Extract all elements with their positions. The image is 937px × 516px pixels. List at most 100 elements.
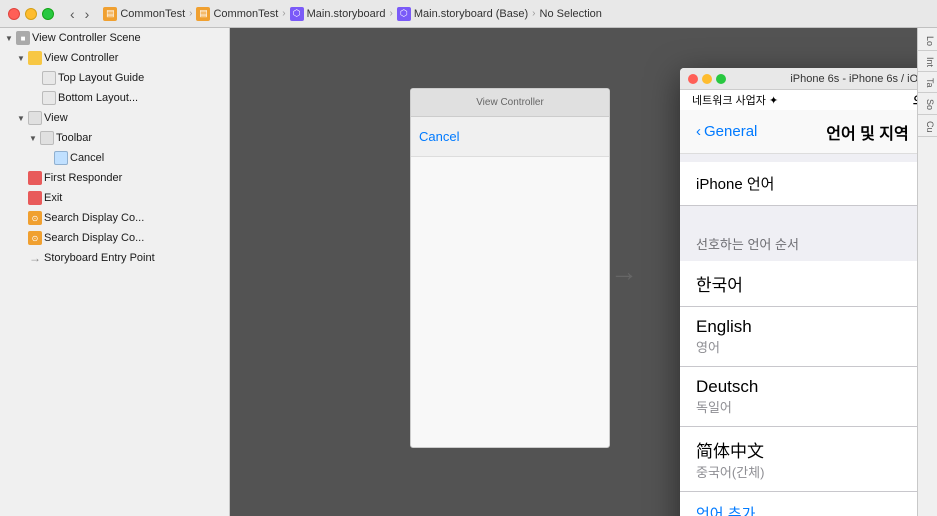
- nav-item-view[interactable]: ▼ View: [0, 108, 229, 128]
- responder-icon: [28, 171, 42, 185]
- ios-lang-row-english[interactable]: English 영어: [680, 307, 917, 367]
- bc-label-1: CommonTest: [120, 8, 185, 20]
- ios-mid-spacer: [680, 206, 917, 214]
- cancel-toolbar-button[interactable]: Cancel: [419, 129, 459, 144]
- title-bar: ‹ › ▤ CommonTest › ▤ CommonTest › ⬡ Main…: [0, 0, 937, 28]
- search-icon-2: ⊙: [28, 231, 42, 245]
- folder-icon: ▤: [103, 7, 117, 21]
- back-chevron-icon: ‹: [696, 123, 701, 140]
- exit-icon: [28, 191, 42, 205]
- ios-add-language-row[interactable]: 언어 추가...: [680, 492, 917, 516]
- nav-item-first-responder[interactable]: ▶ First Responder: [0, 168, 229, 188]
- ios-section-header: 선호하는 언어 순서: [680, 214, 917, 261]
- inspector-int: Int: [918, 53, 937, 72]
- ios-lang-deutsch-main: Deutsch: [696, 377, 917, 397]
- ios-top-spacer: [680, 154, 917, 162]
- layout-icon: [42, 71, 56, 85]
- simulator-title-label: iPhone 6s - iPhone 6s / iOS 9.2 (13C75): [730, 73, 917, 85]
- bc-common-test-folder[interactable]: ▤ CommonTest: [103, 7, 185, 21]
- entry-icon: →: [28, 251, 42, 265]
- nav-icons: ‹ ›: [66, 5, 93, 23]
- expand-triangle-vc: ▼: [16, 53, 26, 63]
- ios-lang-english-sub: 영어: [696, 337, 917, 356]
- inspector-lo: Lo: [918, 32, 937, 51]
- ios-status-bar: 네트워크 사업자 ✦ 오전 10:36: [680, 90, 917, 110]
- scene-icon: ■: [16, 31, 30, 45]
- ios-carrier: 네트워크 사업자 ✦: [692, 92, 857, 108]
- ios-lang-chinese-main: 简体中文: [696, 437, 917, 462]
- toolbar-icon: [40, 131, 54, 145]
- nav-label-search-1: Search Display Co...: [44, 212, 229, 224]
- storyboard-icon: ⬡: [290, 7, 304, 21]
- inspector-ta: Ta: [918, 74, 937, 93]
- ios-iphone-language-row[interactable]: iPhone 언어 한국어 ›: [680, 162, 917, 206]
- ios-lang-english-main: English: [696, 317, 917, 337]
- storyboard-base-icon: ⬡: [397, 7, 411, 21]
- ios-lang-row-korean[interactable]: 한국어: [680, 261, 917, 307]
- simulator-title-bar: iPhone 6s - iPhone 6s / iOS 9.2 (13C75): [680, 68, 917, 90]
- nav-item-view-controller[interactable]: ▼ View Controller: [0, 48, 229, 68]
- ios-time: 오전 10:36: [857, 92, 918, 108]
- minimize-button[interactable]: [25, 8, 37, 20]
- inspector-cu: Cu: [918, 117, 937, 138]
- nav-label-top-layout: Top Layout Guide: [58, 72, 229, 84]
- nav-label-view: View: [44, 112, 229, 124]
- close-button[interactable]: [8, 8, 20, 20]
- back-label: General: [704, 123, 757, 140]
- bc-common-test-project[interactable]: ▤ CommonTest: [196, 7, 278, 21]
- inspector-panel: Lo Int Ta So Cu: [917, 28, 937, 516]
- view-icon: [28, 111, 42, 125]
- bc-sep-1: ›: [189, 8, 192, 19]
- ios-lang-deutsch-sub: 독일어: [696, 397, 917, 416]
- bc-label-3: Main.storyboard: [307, 8, 386, 20]
- bc-label-2: CommonTest: [213, 8, 278, 20]
- ios-lang-korean-main: 한국어: [696, 271, 917, 296]
- layout-icon-2: [42, 91, 56, 105]
- nav-label-vc: View Controller: [44, 52, 229, 64]
- search-icon-1: ⊙: [28, 211, 42, 225]
- ios-iphone-language-label: iPhone 언어: [696, 173, 917, 194]
- nav-item-exit[interactable]: ▶ Exit: [0, 188, 229, 208]
- navigator-panel: ▼ ■ View Controller Scene ▼ View Control…: [0, 28, 230, 516]
- nav-label-scene: View Controller Scene: [32, 32, 229, 44]
- ios-lang-row-chinese[interactable]: 简体中文 중국어(간체): [680, 427, 917, 492]
- expand-triangle-toolbar: ▼: [28, 133, 38, 143]
- vc-icon: [28, 51, 42, 65]
- nav-label-exit: Exit: [44, 192, 229, 204]
- nav-forward-button[interactable]: ›: [81, 5, 94, 23]
- nav-item-search-1[interactable]: ▶ ⊙ Search Display Co...: [0, 208, 229, 228]
- expand-triangle-view: ▼: [16, 113, 26, 123]
- bc-main-storyboard-base[interactable]: ⬡ Main.storyboard (Base): [397, 7, 528, 21]
- bc-sep-2: ›: [282, 8, 285, 19]
- inspector-so: So: [918, 95, 937, 115]
- ios-lang-row-deutsch[interactable]: Deutsch 독일어: [680, 367, 917, 427]
- nav-label-responder: First Responder: [44, 172, 229, 184]
- nav-item-entry-point[interactable]: ▶ → Storyboard Entry Point: [0, 248, 229, 268]
- nav-item-view-controller-scene[interactable]: ▼ ■ View Controller Scene: [0, 28, 229, 48]
- breadcrumb: ▤ CommonTest › ▤ CommonTest › ⬡ Main.sto…: [103, 7, 929, 21]
- nav-item-top-layout[interactable]: ▶ Top Layout Guide: [0, 68, 229, 88]
- view-controller-canvas-box: View Controller Cancel: [410, 88, 610, 448]
- nav-label-cancel: Cancel: [70, 152, 229, 164]
- nav-item-bottom-layout[interactable]: ▶ Bottom Layout...: [0, 88, 229, 108]
- ios-back-button[interactable]: ‹ General: [696, 123, 782, 140]
- segue-arrow: →: [610, 256, 638, 288]
- nav-item-search-2[interactable]: ▶ ⊙ Search Display Co...: [0, 228, 229, 248]
- ios-add-language-label: 언어 추가...: [696, 503, 768, 516]
- sim-min[interactable]: [702, 74, 712, 84]
- bc-sep-3: ›: [390, 8, 393, 19]
- folder-icon-2: ▤: [196, 7, 210, 21]
- sim-close[interactable]: [688, 74, 698, 84]
- sim-max[interactable]: [716, 74, 726, 84]
- canvas-area: View Controller Cancel → iPhone 6s - iPh…: [230, 28, 917, 516]
- nav-label-entry: Storyboard Entry Point: [44, 252, 229, 264]
- nav-back-button[interactable]: ‹: [66, 5, 79, 23]
- bc-sep-4: ›: [532, 8, 535, 19]
- main-area: ▼ ■ View Controller Scene ▼ View Control…: [0, 28, 937, 516]
- maximize-button[interactable]: [42, 8, 54, 20]
- bc-main-storyboard[interactable]: ⬡ Main.storyboard: [290, 7, 386, 21]
- nav-item-toolbar[interactable]: ▼ Toolbar: [0, 128, 229, 148]
- ios-lang-chinese-sub: 중국어(간체): [696, 462, 917, 481]
- vc-toolbar-bar: Cancel: [411, 117, 609, 157]
- nav-item-cancel[interactable]: ▶ Cancel: [0, 148, 229, 168]
